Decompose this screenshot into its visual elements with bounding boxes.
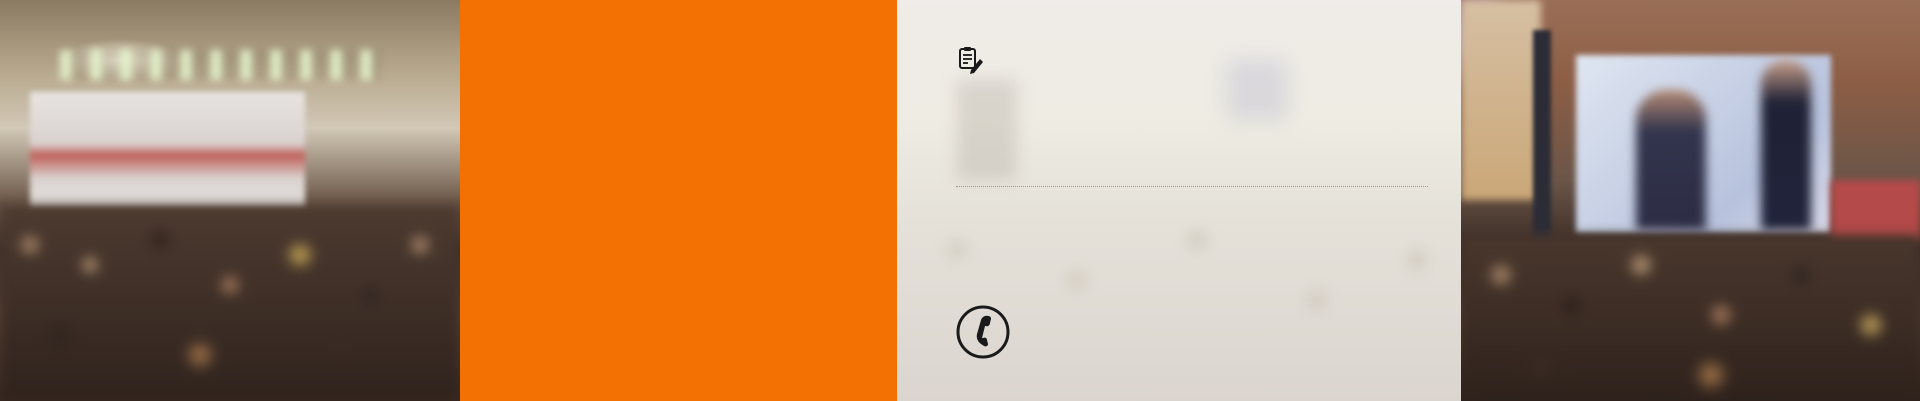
speaker-figure	[1761, 60, 1811, 230]
speaker-photo-right	[1461, 0, 1920, 401]
background-haze	[957, 80, 1017, 180]
dotted-divider	[956, 186, 1428, 187]
speaker-figure	[1636, 90, 1706, 230]
faded-audience	[897, 190, 1461, 401]
stage-screen	[30, 92, 305, 207]
conference-photo-left	[0, 0, 460, 401]
phone-circle-icon	[956, 305, 1010, 359]
audience-crowd	[1461, 235, 1920, 401]
stage-panel	[1831, 180, 1920, 240]
stage-lights	[60, 50, 380, 80]
audience-crowd	[0, 205, 460, 401]
note-pen-icon	[959, 47, 983, 74]
stage-truss	[1533, 30, 1551, 240]
stage-light	[1461, 0, 1541, 200]
hero-banner	[0, 0, 1920, 401]
background-haze	[1227, 60, 1287, 120]
orange-accent-block	[460, 0, 897, 401]
